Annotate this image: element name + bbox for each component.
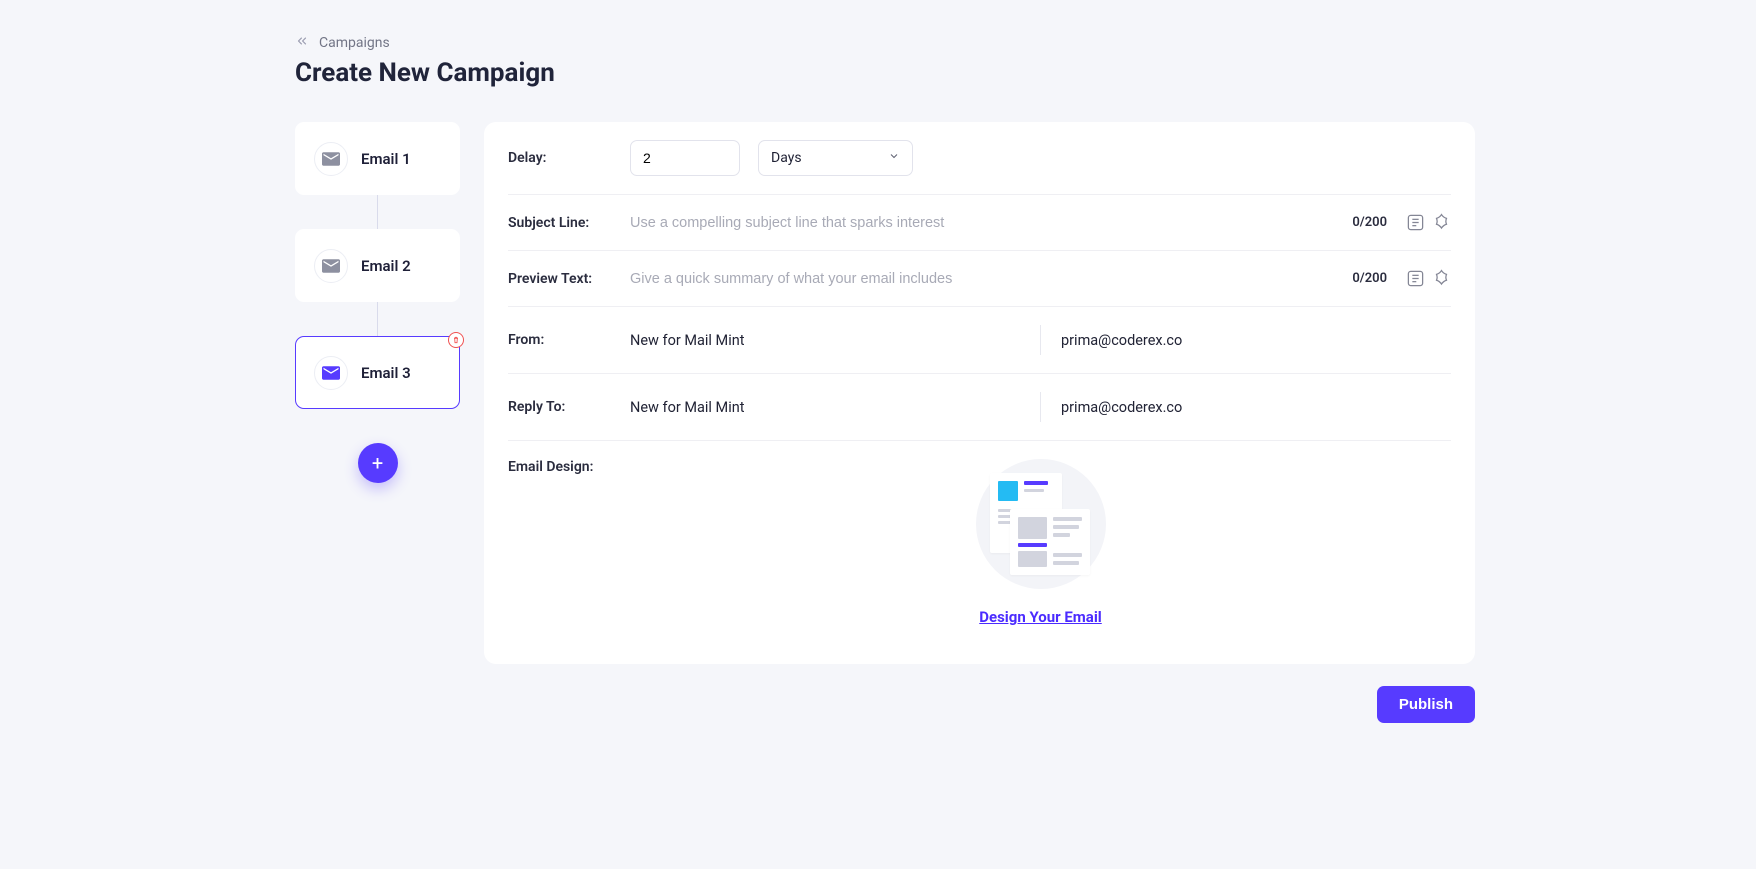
subject-input[interactable] [630, 215, 1352, 231]
connector-line [377, 195, 378, 229]
merge-fields-icon[interactable] [1406, 213, 1425, 232]
chevron-double-left-icon [295, 34, 309, 52]
from-row: From: New for Mail Mint prima@coderex.co [508, 307, 1451, 374]
from-email-value[interactable]: prima@coderex.co [1061, 332, 1451, 349]
action-bar: Publish [295, 686, 1475, 723]
merge-fields-icon[interactable] [1406, 269, 1425, 288]
ai-generate-icon[interactable] [1432, 213, 1451, 232]
delay-unit-select[interactable]: Days [758, 140, 913, 176]
step-label: Email 3 [361, 364, 411, 382]
delay-unit-value: Days [771, 150, 802, 166]
email-step-1[interactable]: Email 1 [295, 122, 460, 195]
preview-text-row: Preview Text: 0/200 [508, 251, 1451, 307]
subject-row: Subject Line: 0/200 [508, 195, 1451, 251]
preview-char-count: 0/200 [1352, 271, 1387, 286]
from-name-value[interactable]: New for Mail Mint [630, 332, 1020, 349]
page-title: Create New Campaign [295, 58, 1475, 88]
email-step-3[interactable]: Email 3 [295, 336, 460, 409]
step-label: Email 1 [361, 150, 411, 168]
from-label: From: [508, 332, 630, 348]
ai-generate-icon[interactable] [1432, 269, 1451, 288]
delete-step-button[interactable] [448, 332, 464, 348]
email-template-illustration [976, 459, 1106, 589]
email-settings-card: Delay: Days Subject Line: 0/200 [484, 122, 1475, 664]
publish-button[interactable]: Publish [1377, 686, 1475, 723]
breadcrumb-campaigns-link[interactable]: Campaigns [319, 35, 390, 51]
divider [1040, 325, 1041, 355]
email-design-label: Email Design: [508, 459, 630, 475]
breadcrumb[interactable]: Campaigns [295, 34, 1475, 52]
email-steps-column: Email 1 Email 2 Email 3 + [295, 122, 460, 664]
delay-value-input[interactable] [630, 140, 740, 176]
step-label: Email 2 [361, 257, 411, 275]
email-icon [314, 142, 348, 176]
divider [1040, 392, 1041, 422]
design-your-email-link[interactable]: Design Your Email [979, 608, 1102, 626]
email-design-row: Email Design: [508, 441, 1451, 626]
plus-icon: + [372, 453, 383, 473]
connector-line [377, 302, 378, 336]
preview-input[interactable] [630, 271, 1352, 287]
subject-label: Subject Line: [508, 215, 630, 231]
reply-to-email-value[interactable]: prima@coderex.co [1061, 399, 1451, 416]
add-step-button[interactable]: + [358, 443, 398, 483]
preview-label: Preview Text: [508, 271, 630, 287]
email-icon [314, 249, 348, 283]
reply-to-name-value[interactable]: New for Mail Mint [630, 399, 1020, 416]
delay-label: Delay: [508, 150, 630, 166]
email-icon [314, 356, 348, 390]
reply-to-row: Reply To: New for Mail Mint prima@codere… [508, 374, 1451, 441]
chevron-down-icon [888, 150, 900, 166]
subject-char-count: 0/200 [1352, 215, 1387, 230]
reply-to-label: Reply To: [508, 399, 630, 415]
email-step-2[interactable]: Email 2 [295, 229, 460, 302]
delay-row: Delay: Days [508, 140, 1451, 195]
